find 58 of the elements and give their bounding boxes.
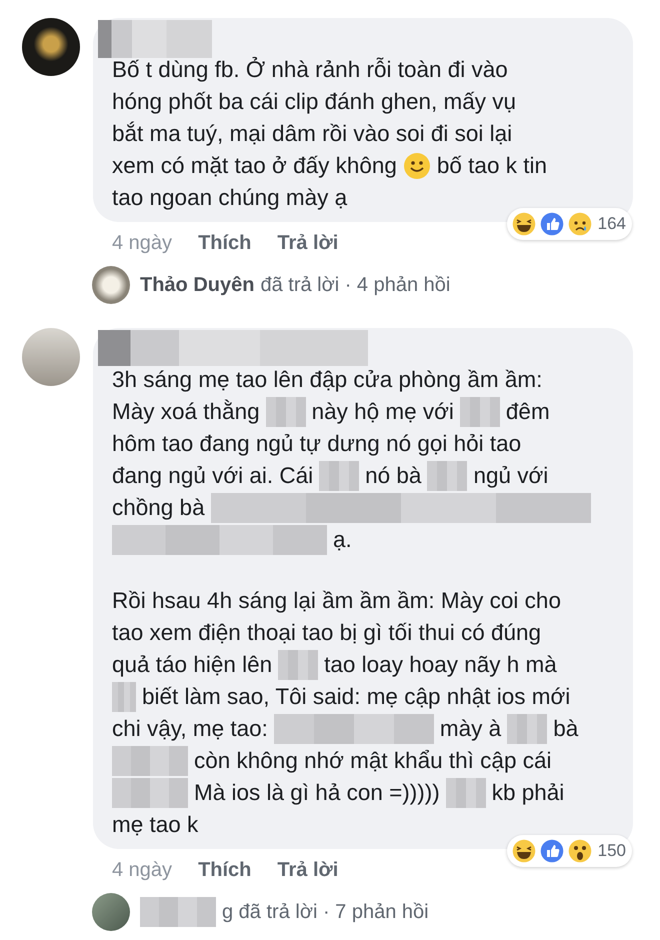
redacted-block — [427, 461, 468, 491]
comment-text: chi vậy, mẹ tao: — [112, 715, 268, 743]
reaction-count: 164 — [598, 214, 626, 234]
comment-text: biết làm sao, Tôi said: mẹ cập nhật ios mới — [142, 683, 570, 711]
comment-time: 4 ngày — [112, 232, 172, 254]
comment-text: bà — [553, 715, 578, 743]
sad-emoji-icon — [566, 211, 593, 237]
comment-text: quả táo hiện lên — [112, 651, 272, 679]
thumbs-up-icon — [538, 211, 565, 237]
comment-text: còn không nhớ mật khẩu thì cập cái — [194, 747, 552, 775]
redacted-block — [278, 650, 318, 680]
comment-text: bố tao k tin — [436, 152, 547, 180]
smiley-emoji-icon — [402, 152, 431, 180]
replier-avatar[interactable] — [92, 893, 130, 931]
comment-text: tao loay hoay nãy h mà — [324, 651, 557, 679]
comment-text: tao xem điện thoại tao bị gì tối thui có đúng — [112, 619, 542, 647]
surprised-emoji-icon — [566, 838, 593, 864]
reaction-count: 150 — [598, 841, 626, 861]
redacted-block — [446, 778, 486, 808]
reactions-summary[interactable]: 164 — [506, 208, 632, 240]
comment-text: Bố t dùng fb. Ở nhà rảnh rỗi toàn đi vào — [112, 56, 508, 84]
reactions-summary[interactable]: 150 — [506, 835, 632, 867]
laughing-emoji-icon — [510, 211, 537, 237]
comment-text: này hộ mẹ với — [312, 398, 454, 426]
comment-time: 4 ngày — [112, 858, 172, 882]
redacted-block — [266, 397, 306, 427]
comment-text: mẹ tao k — [112, 811, 198, 839]
comment-text: chồng bà — [112, 494, 205, 522]
replier-avatar[interactable] — [92, 266, 130, 304]
replier-name[interactable]: Thảo Duyên — [140, 274, 254, 296]
comment-text: đêm — [506, 398, 550, 426]
comment-text: nó bà — [365, 462, 422, 490]
comment-text: Rồi hsau 4h sáng lại ầm ầm ầm: Mày coi cho — [112, 587, 561, 615]
comment-text: đang ngủ với ai. Cái — [112, 462, 314, 490]
like-link[interactable]: Thích — [198, 232, 252, 254]
comment-text: ngủ với — [473, 462, 548, 490]
reply-link[interactable]: Trả lời — [277, 858, 338, 882]
reply-link[interactable]: Trả lời — [277, 232, 338, 254]
replies-summary[interactable]: đã trả lời · 4 phản hồi — [260, 274, 450, 296]
redacted-block — [460, 397, 500, 427]
thumbs-up-icon — [538, 838, 565, 864]
comment-text: xem có mặt tao ở đấy không — [112, 152, 397, 180]
like-link[interactable]: Thích — [198, 858, 252, 882]
redacted-block — [507, 714, 548, 744]
comment-text: hôm tao đang ngủ tự dưng nó gọi hỏi tao — [112, 430, 522, 458]
comment-text: tao ngoan chúng mày ạ — [112, 184, 348, 212]
comment-text: bắt ma tuý, mại dâm rồi vào soi đi soi lại — [112, 120, 512, 148]
comment-text: ạ. — [333, 526, 352, 554]
replies-summary[interactable]: g đã trả lời · 7 phản hồi — [222, 900, 429, 924]
comment-text: hóng phốt ba cái clip đánh ghen, mấy vụ — [112, 88, 516, 116]
comment-text: Mà ios là gì hả con =))))) — [194, 779, 440, 807]
comment-text: 3h sáng mẹ tao lên đập cửa phòng ầm ầm: — [112, 366, 542, 394]
laughing-emoji-icon — [510, 838, 537, 864]
redacted-block — [319, 461, 360, 491]
comment-text: kb phải — [492, 779, 564, 807]
comment-text: mày à — [440, 715, 502, 743]
comment-text: Mày xoá thằng — [112, 398, 260, 426]
redacted-block — [112, 682, 136, 712]
